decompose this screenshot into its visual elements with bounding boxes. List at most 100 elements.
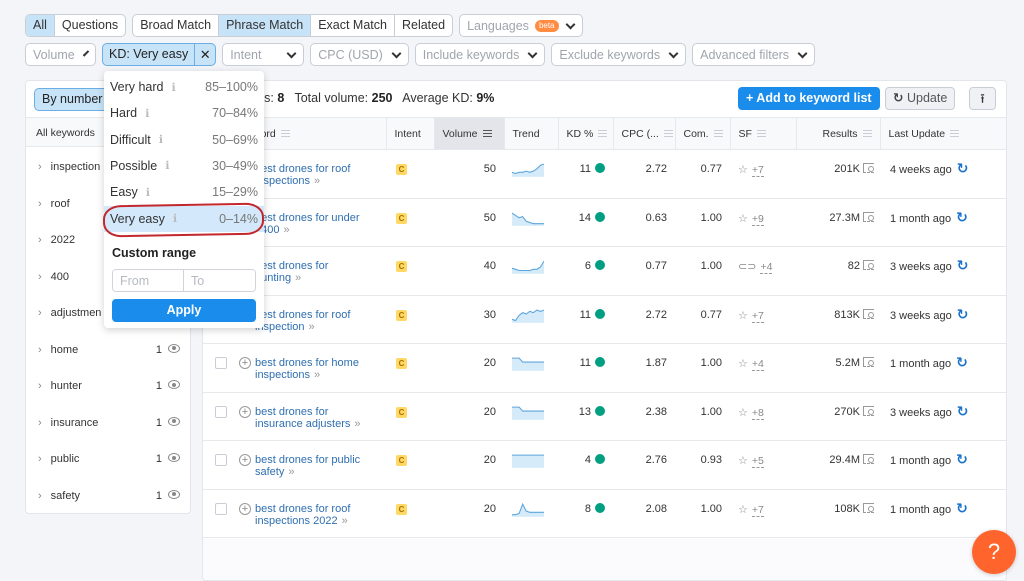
kd-filter-active[interactable]: KD: Very easy ✕ (102, 43, 217, 66)
add-to-keyword-list-button[interactable]: + Add to keyword list (738, 87, 880, 110)
column-header-volume[interactable]: Volume (434, 117, 505, 150)
keyword-link[interactable]: best drones for roof inspections 2022» (255, 503, 375, 527)
refresh-icon[interactable]: ↻ (956, 452, 968, 466)
keyword-text[interactable]: best drones for insurance adjusters (255, 406, 350, 430)
row-checkbox[interactable] (215, 405, 227, 418)
keyword-link[interactable]: best drones for home inspections» (255, 357, 375, 381)
add-keyword-icon[interactable]: + (239, 454, 251, 466)
add-keyword-icon[interactable]: + (239, 405, 251, 418)
eye-icon[interactable] (168, 453, 180, 462)
eye-icon[interactable] (168, 343, 180, 353)
kd-from-input[interactable] (113, 270, 184, 291)
chevron-right-icon[interactable]: › (38, 417, 42, 429)
chevron-right-icon[interactable]: › (38, 344, 42, 356)
keyword-group-item[interactable]: › safety 1 (26, 478, 190, 514)
refresh-icon[interactable]: ↻ (956, 210, 968, 224)
languages-dropdown[interactable]: Languages beta (459, 14, 584, 37)
serp-features-count[interactable]: +9 (751, 212, 764, 226)
tab-phrase-match[interactable]: Phrase Match (219, 15, 312, 36)
clear-kd-filter-icon[interactable]: ✕ (195, 44, 215, 65)
info-icon[interactable]: ℹ (146, 186, 150, 199)
kd-option-easy[interactable]: Easy ℹ 15–29% (104, 179, 264, 205)
kd-option-possible[interactable]: Possible ℹ 30–49% (104, 153, 264, 179)
chevron-right-icon[interactable]: › (38, 271, 42, 283)
refresh-icon[interactable]: ↻ (956, 355, 968, 369)
serp-features-count[interactable]: +8 (751, 406, 764, 420)
serp-preview-icon[interactable] (863, 211, 874, 222)
tab-all[interactable]: All (26, 15, 55, 36)
add-keyword-icon[interactable]: + (239, 357, 251, 369)
chevron-right-icon[interactable]: › (38, 198, 42, 210)
column-header-cpc[interactable]: CPC (... (613, 117, 676, 150)
column-header-trend[interactable]: Trend (504, 117, 559, 150)
info-icon[interactable]: ℹ (165, 159, 169, 172)
double-chevron-icon[interactable]: » (309, 321, 315, 333)
add-keyword-icon[interactable]: + (239, 502, 251, 515)
keyword-text[interactable]: best drones for hunting (255, 260, 328, 284)
info-icon[interactable]: ℹ (172, 81, 176, 94)
info-icon[interactable]: ℹ (173, 212, 177, 225)
keyword-group-item[interactable]: › home 1 (26, 332, 190, 368)
refresh-icon[interactable]: ↻ (956, 501, 968, 515)
keyword-link[interactable]: best drones for hunting» (255, 260, 375, 284)
sort-icon[interactable] (598, 130, 608, 138)
keyword-group-item[interactable]: › public 1 (26, 441, 190, 477)
cpc-filter[interactable]: CPC (USD) (310, 43, 409, 66)
sort-icon[interactable] (663, 130, 673, 138)
keyword-text[interactable]: best drones for roof inspections 2022 (255, 503, 350, 527)
double-chevron-icon[interactable]: » (342, 515, 348, 527)
keyword-link[interactable]: best drones for roof inspections» (255, 163, 375, 187)
kd-to-input[interactable] (184, 270, 255, 291)
double-chevron-icon[interactable]: » (354, 418, 360, 430)
info-icon[interactable]: ℹ (159, 133, 163, 146)
column-header-intent[interactable]: Intent (386, 117, 435, 150)
by-number-toggle[interactable]: By number (34, 88, 111, 111)
update-button[interactable]: ↻ Update (885, 87, 956, 110)
apply-button[interactable]: Apply (112, 299, 256, 322)
refresh-icon[interactable]: ↻ (957, 404, 969, 418)
double-chevron-icon[interactable]: » (314, 175, 320, 187)
chevron-right-icon[interactable]: › (38, 453, 42, 465)
row-checkbox[interactable] (215, 454, 227, 466)
serp-preview-icon[interactable] (863, 357, 874, 367)
chevron-right-icon[interactable]: › (38, 490, 42, 502)
serp-features-count[interactable]: +5 (751, 455, 764, 468)
tab-related[interactable]: Related (395, 15, 452, 36)
chevron-right-icon[interactable]: › (38, 307, 42, 319)
export-button[interactable]: ⭱ (969, 87, 996, 110)
serp-preview-icon[interactable] (863, 502, 874, 513)
serp-features-count[interactable]: +4 (751, 358, 764, 371)
kd-filter-label[interactable]: KD: Very easy (103, 44, 196, 65)
eye-icon[interactable] (168, 489, 180, 499)
column-header-results[interactable]: Results (796, 117, 881, 150)
row-checkbox[interactable] (215, 357, 227, 369)
keyword-link[interactable]: best drones for roof inspection» (255, 309, 375, 333)
keyword-text[interactable]: best drones for public safety (255, 454, 360, 478)
kd-option-hard[interactable]: Hard ℹ 70–84% (104, 100, 264, 126)
exclude-keywords-filter[interactable]: Exclude keywords (551, 43, 687, 66)
refresh-icon[interactable]: ↻ (957, 161, 969, 175)
refresh-icon[interactable]: ↻ (957, 258, 969, 272)
column-header-last-update[interactable]: Last Update (880, 117, 1006, 150)
double-chevron-icon[interactable]: » (288, 466, 294, 478)
column-header-kd[interactable]: KD % (558, 117, 614, 150)
volume-filter[interactable]: Volume (25, 43, 96, 66)
serp-preview-icon[interactable] (863, 260, 874, 270)
all-keywords-label[interactable]: All keywords (36, 127, 95, 139)
row-checkbox[interactable] (215, 502, 227, 515)
eye-icon[interactable] (168, 380, 180, 389)
keyword-link[interactable]: best drones for public safety» (255, 454, 375, 478)
serp-preview-icon[interactable] (863, 405, 874, 416)
keyword-text[interactable]: best drones for roof inspection (255, 309, 350, 333)
keyword-link[interactable]: best drones for under $400» (255, 212, 375, 236)
tab-questions[interactable]: Questions (55, 15, 125, 36)
double-chevron-icon[interactable]: » (295, 272, 301, 284)
serp-features-count[interactable]: +7 (751, 309, 764, 323)
serp-features-count[interactable]: +7 (751, 164, 764, 177)
serp-features-count[interactable]: +7 (751, 503, 764, 517)
sort-icon[interactable] (756, 130, 766, 138)
sort-icon[interactable] (280, 130, 290, 138)
refresh-icon[interactable]: ↻ (957, 307, 969, 321)
serp-preview-icon[interactable] (863, 163, 874, 173)
eye-icon[interactable] (168, 416, 180, 426)
